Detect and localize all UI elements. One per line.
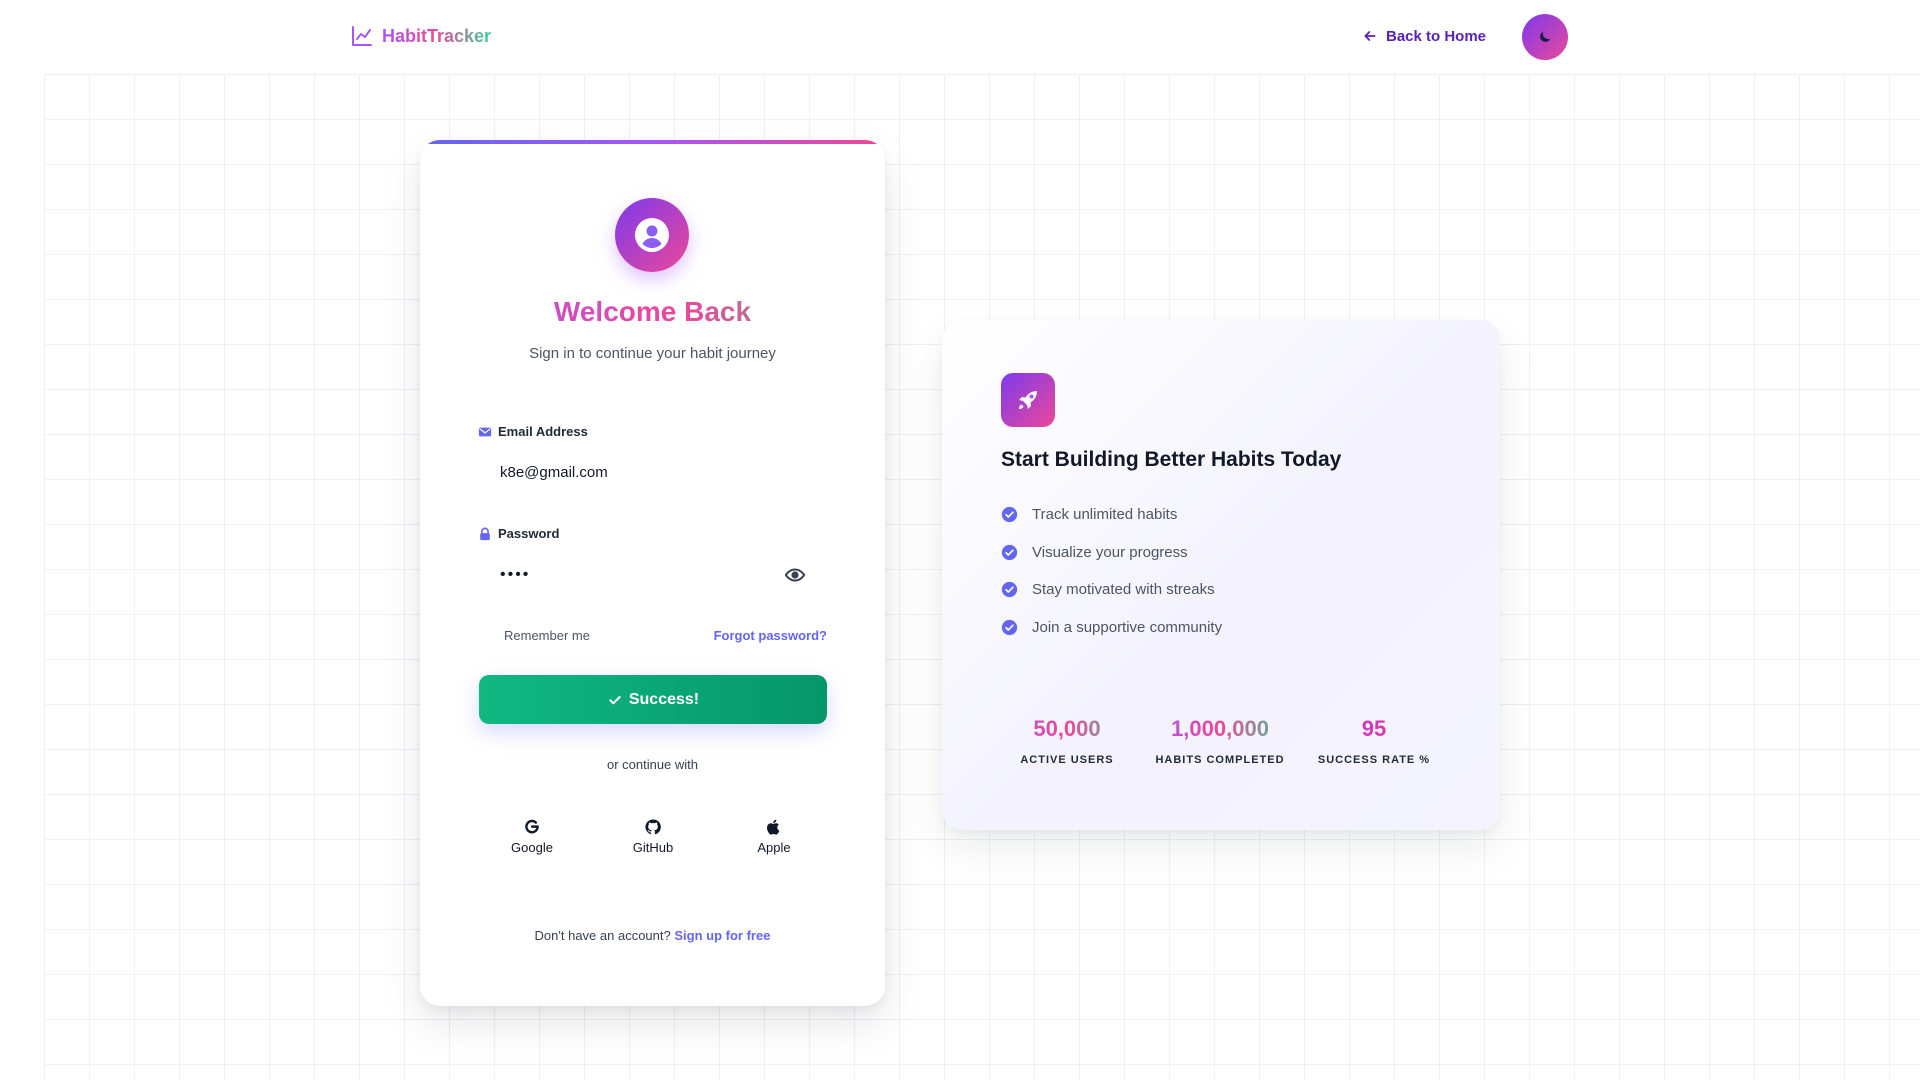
- check-circle-icon: [1001, 544, 1018, 561]
- chart-line-icon: [352, 26, 372, 46]
- envelope-icon: [478, 427, 492, 436]
- stat-label: ACTIVE USERS: [1020, 754, 1114, 766]
- submit-button-label: Success!: [628, 690, 700, 708]
- email-label: Email Address: [478, 424, 588, 439]
- check-circle-icon: [1001, 619, 1018, 636]
- github-icon: [645, 819, 661, 835]
- stat-active-users: 50,000 ACTIVE USERS: [992, 716, 1142, 766]
- forgot-password-link[interactable]: Forgot password?: [714, 628, 827, 643]
- stat-value: 95: [1299, 716, 1449, 742]
- google-icon: [525, 819, 539, 834]
- login-card: Welcome Back Sign in to continue your ha…: [420, 140, 885, 1006]
- check-circle-icon: [1001, 506, 1018, 523]
- feature-item: Track unlimited habits: [1001, 506, 1177, 523]
- signup-link[interactable]: Sign up for free: [674, 928, 770, 943]
- logo-text: HabitTracker: [382, 25, 492, 46]
- card-accent-bar: [420, 140, 885, 144]
- page-title: Welcome Back: [420, 296, 885, 328]
- stat-habits-completed: 1,000,000 HABITS COMPLETED: [1145, 716, 1295, 766]
- email-field[interactable]: k8e@gmail.com: [500, 464, 820, 488]
- back-to-home-link[interactable]: Back to Home: [1362, 24, 1486, 48]
- lock-icon: [480, 527, 490, 540]
- info-card: Start Building Better Habits Today Track…: [942, 320, 1500, 830]
- page-subtitle: Sign in to continue your habit journey: [529, 345, 776, 362]
- signup-prompt: Don't have an account? Sign up for free: [534, 928, 771, 943]
- app-logo[interactable]: HabitTracker: [350, 22, 491, 50]
- rocket-badge: [1001, 373, 1055, 427]
- moon-icon: [1540, 31, 1551, 42]
- remember-me-checkbox[interactable]: Remember me: [504, 628, 590, 643]
- feature-item: Join a supportive community: [1001, 619, 1222, 636]
- submit-button[interactable]: Success!: [479, 675, 827, 724]
- theme-toggle-button[interactable]: [1522, 14, 1568, 60]
- google-login-button[interactable]: Google: [492, 818, 572, 862]
- divider-text: or continue with: [606, 757, 699, 772]
- github-login-button[interactable]: GitHub: [613, 818, 693, 862]
- feature-item: Visualize your progress: [1001, 544, 1188, 561]
- stat-value: 1,000,000: [1145, 716, 1295, 742]
- user-avatar: [615, 198, 689, 272]
- check-circle-icon: [1001, 581, 1018, 598]
- info-title: Start Building Better Habits Today: [1001, 448, 1342, 471]
- arrow-left-icon: [1364, 31, 1376, 41]
- stat-success-rate: 95 SUCCESS RATE %: [1299, 716, 1449, 766]
- rocket-icon: [1019, 391, 1037, 409]
- feature-item: Stay motivated with streaks: [1001, 581, 1215, 598]
- top-header: HabitTracker Back to Home: [0, 0, 1920, 72]
- stat-label: HABITS COMPLETED: [1155, 754, 1285, 766]
- check-icon: [609, 695, 621, 704]
- apple-icon: [767, 819, 780, 835]
- stat-label: SUCCESS RATE %: [1317, 754, 1431, 766]
- password-field[interactable]: ••••: [500, 566, 780, 590]
- stat-value: 50,000: [992, 716, 1142, 742]
- password-label: Password: [478, 526, 559, 541]
- back-to-home-label: Back to Home: [1386, 27, 1487, 45]
- apple-login-button[interactable]: Apple: [734, 818, 814, 862]
- eye-icon[interactable]: [784, 564, 806, 586]
- user-circle-icon: [635, 218, 669, 252]
